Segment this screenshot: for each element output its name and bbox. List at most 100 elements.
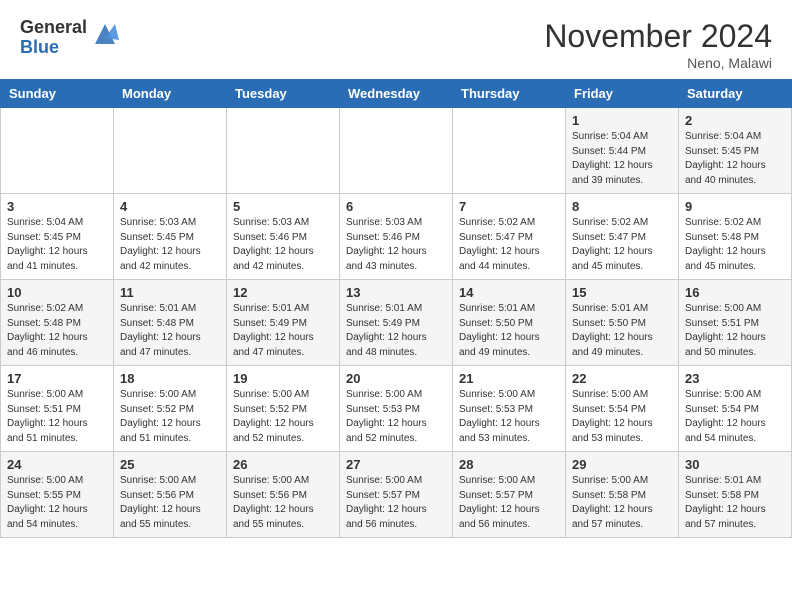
calendar-cell: 27 Sunrise: 5:00 AMSunset: 5:57 PMDayligh… bbox=[340, 452, 453, 538]
calendar-cell: 11Sunrise: 5:01 AMSunset: 5:48 PMDayligh… bbox=[114, 280, 227, 366]
calendar-cell: 30 Sunrise: 5:01 AMSunset: 5:58 PMDayligh… bbox=[679, 452, 792, 538]
day-info: Sunrise: 5:03 AMSunset: 5:46 PMDaylight:… bbox=[346, 216, 446, 274]
day-number: 7 bbox=[459, 199, 559, 214]
calendar-cell bbox=[114, 108, 227, 194]
calendar-cell: 22 Sunrise: 5:00 AMSunset: 5:54 PMDayligh… bbox=[566, 366, 679, 452]
day-info: Sunrise: 5:02 AMSunset: 5:47 PMDaylight:… bbox=[459, 216, 559, 274]
day-number: 2 bbox=[685, 113, 785, 128]
calendar-cell: 15 Sunrise: 5:01 AMSunset: 5:50 PMDayligh… bbox=[566, 280, 679, 366]
calendar-cell: 14 Sunrise: 5:01 AMSunset: 5:50 PMDayligh… bbox=[453, 280, 566, 366]
day-info: Sunrise: 5:00 AMSunset: 5:52 PMDaylight:… bbox=[120, 388, 220, 446]
calendar-cell: 24 Sunrise: 5:00 AMSunset: 5:55 PMDayligh… bbox=[1, 452, 114, 538]
calendar-cell: 1 Sunrise: 5:04 AMSunset: 5:44 PMDaylight… bbox=[566, 108, 679, 194]
day-info: Sunrise: 5:02 AMSunset: 5:47 PMDaylight:… bbox=[572, 216, 672, 274]
day-info: Sunrise: 5:02 AMSunset: 5:48 PMDaylight:… bbox=[7, 302, 107, 360]
day-number: 26 bbox=[233, 457, 333, 472]
header-row: SundayMondayTuesdayWednesdayThursdayFrid… bbox=[1, 80, 792, 108]
day-info: Sunrise: 5:01 AMSunset: 5:50 PMDaylight:… bbox=[572, 302, 672, 360]
month-title: November 2024 bbox=[544, 18, 772, 55]
calendar-cell: 5Sunrise: 5:03 AMSunset: 5:46 PMDaylight… bbox=[227, 194, 340, 280]
day-number: 19 bbox=[233, 371, 333, 386]
calendar-cell: 28Sunrise: 5:00 AMSunset: 5:57 PMDayligh… bbox=[453, 452, 566, 538]
calendar-cell bbox=[453, 108, 566, 194]
calendar-cell: 17 Sunrise: 5:00 AMSunset: 5:51 PMDayligh… bbox=[1, 366, 114, 452]
day-info: Sunrise: 5:01 AMSunset: 5:58 PMDaylight:… bbox=[685, 474, 785, 532]
logo-blue: Blue bbox=[20, 38, 87, 58]
day-info: Sunrise: 5:00 AMSunset: 5:57 PMDaylight:… bbox=[346, 474, 446, 532]
calendar-cell: 10 Sunrise: 5:02 AMSunset: 5:48 PMDayligh… bbox=[1, 280, 114, 366]
calendar-week-4: 17 Sunrise: 5:00 AMSunset: 5:51 PMDayligh… bbox=[1, 366, 792, 452]
day-number: 13 bbox=[346, 285, 446, 300]
day-number: 14 bbox=[459, 285, 559, 300]
calendar-cell: 9Sunrise: 5:02 AMSunset: 5:48 PMDaylight… bbox=[679, 194, 792, 280]
day-number: 21 bbox=[459, 371, 559, 386]
calendar-cell: 16 Sunrise: 5:00 AMSunset: 5:51 PMDayligh… bbox=[679, 280, 792, 366]
calendar-cell bbox=[340, 108, 453, 194]
day-info: Sunrise: 5:04 AMSunset: 5:45 PMDaylight:… bbox=[7, 216, 107, 274]
calendar-cell: 19 Sunrise: 5:00 AMSunset: 5:52 PMDayligh… bbox=[227, 366, 340, 452]
day-info: Sunrise: 5:01 AMSunset: 5:50 PMDaylight:… bbox=[459, 302, 559, 360]
day-header-tuesday: Tuesday bbox=[227, 80, 340, 108]
day-number: 27 bbox=[346, 457, 446, 472]
day-number: 10 bbox=[7, 285, 107, 300]
day-number: 4 bbox=[120, 199, 220, 214]
calendar-cell: 2 Sunrise: 5:04 AMSunset: 5:45 PMDaylight… bbox=[679, 108, 792, 194]
day-number: 15 bbox=[572, 285, 672, 300]
calendar-cell: 26Sunrise: 5:00 AMSunset: 5:56 PMDayligh… bbox=[227, 452, 340, 538]
calendar-week-2: 3Sunrise: 5:04 AMSunset: 5:45 PMDaylight… bbox=[1, 194, 792, 280]
calendar-week-3: 10 Sunrise: 5:02 AMSunset: 5:48 PMDayligh… bbox=[1, 280, 792, 366]
day-info: Sunrise: 5:00 AMSunset: 5:53 PMDaylight:… bbox=[346, 388, 446, 446]
day-info: Sunrise: 5:00 AMSunset: 5:51 PMDaylight:… bbox=[685, 302, 785, 360]
calendar-cell: 4 Sunrise: 5:03 AMSunset: 5:45 PMDaylight… bbox=[114, 194, 227, 280]
calendar-cell: 7 Sunrise: 5:02 AMSunset: 5:47 PMDaylight… bbox=[453, 194, 566, 280]
calendar-cell: 23Sunrise: 5:00 AMSunset: 5:54 PMDayligh… bbox=[679, 366, 792, 452]
day-info: Sunrise: 5:00 AMSunset: 5:58 PMDaylight:… bbox=[572, 474, 672, 532]
day-info: Sunrise: 5:01 AMSunset: 5:49 PMDaylight:… bbox=[233, 302, 333, 360]
calendar-cell: 18 Sunrise: 5:00 AMSunset: 5:52 PMDayligh… bbox=[114, 366, 227, 452]
calendar: SundayMondayTuesdayWednesdayThursdayFrid… bbox=[0, 79, 792, 538]
calendar-cell: 12 Sunrise: 5:01 AMSunset: 5:49 PMDayligh… bbox=[227, 280, 340, 366]
calendar-cell bbox=[1, 108, 114, 194]
calendar-cell: 21Sunrise: 5:00 AMSunset: 5:53 PMDayligh… bbox=[453, 366, 566, 452]
day-info: Sunrise: 5:00 AMSunset: 5:56 PMDaylight:… bbox=[120, 474, 220, 532]
day-number: 24 bbox=[7, 457, 107, 472]
calendar-cell bbox=[227, 108, 340, 194]
day-info: Sunrise: 5:00 AMSunset: 5:57 PMDaylight:… bbox=[459, 474, 559, 532]
day-info: Sunrise: 5:00 AMSunset: 5:54 PMDaylight:… bbox=[572, 388, 672, 446]
day-number: 22 bbox=[572, 371, 672, 386]
day-header-thursday: Thursday bbox=[453, 80, 566, 108]
day-header-saturday: Saturday bbox=[679, 80, 792, 108]
logo-general: General bbox=[20, 18, 87, 38]
title-section: November 2024 Neno, Malawi bbox=[544, 18, 772, 71]
day-number: 6 bbox=[346, 199, 446, 214]
day-info: Sunrise: 5:00 AMSunset: 5:51 PMDaylight:… bbox=[7, 388, 107, 446]
day-number: 18 bbox=[120, 371, 220, 386]
calendar-cell: 25Sunrise: 5:00 AMSunset: 5:56 PMDayligh… bbox=[114, 452, 227, 538]
day-info: Sunrise: 5:00 AMSunset: 5:55 PMDaylight:… bbox=[7, 474, 107, 532]
day-info: Sunrise: 5:01 AMSunset: 5:48 PMDaylight:… bbox=[120, 302, 220, 360]
day-info: Sunrise: 5:03 AMSunset: 5:46 PMDaylight:… bbox=[233, 216, 333, 274]
day-number: 16 bbox=[685, 285, 785, 300]
day-info: Sunrise: 5:03 AMSunset: 5:45 PMDaylight:… bbox=[120, 216, 220, 274]
calendar-cell: 29 Sunrise: 5:00 AMSunset: 5:58 PMDayligh… bbox=[566, 452, 679, 538]
day-number: 12 bbox=[233, 285, 333, 300]
day-number: 17 bbox=[7, 371, 107, 386]
header: General Blue November 2024 Neno, Malawi bbox=[0, 0, 792, 79]
day-header-sunday: Sunday bbox=[1, 80, 114, 108]
day-info: Sunrise: 5:00 AMSunset: 5:52 PMDaylight:… bbox=[233, 388, 333, 446]
day-number: 8 bbox=[572, 199, 672, 214]
day-number: 20 bbox=[346, 371, 446, 386]
day-number: 9 bbox=[685, 199, 785, 214]
day-number: 30 bbox=[685, 457, 785, 472]
location: Neno, Malawi bbox=[544, 55, 772, 71]
logo-icon bbox=[91, 20, 119, 48]
day-info: Sunrise: 5:00 AMSunset: 5:54 PMDaylight:… bbox=[685, 388, 785, 446]
day-number: 29 bbox=[572, 457, 672, 472]
calendar-week-1: 1 Sunrise: 5:04 AMSunset: 5:44 PMDaylight… bbox=[1, 108, 792, 194]
calendar-cell: 13Sunrise: 5:01 AMSunset: 5:49 PMDayligh… bbox=[340, 280, 453, 366]
day-info: Sunrise: 5:04 AMSunset: 5:45 PMDaylight:… bbox=[685, 130, 785, 188]
day-info: Sunrise: 5:04 AMSunset: 5:44 PMDaylight:… bbox=[572, 130, 672, 188]
day-number: 1 bbox=[572, 113, 672, 128]
calendar-cell: 6 Sunrise: 5:03 AMSunset: 5:46 PMDaylight… bbox=[340, 194, 453, 280]
day-header-wednesday: Wednesday bbox=[340, 80, 453, 108]
